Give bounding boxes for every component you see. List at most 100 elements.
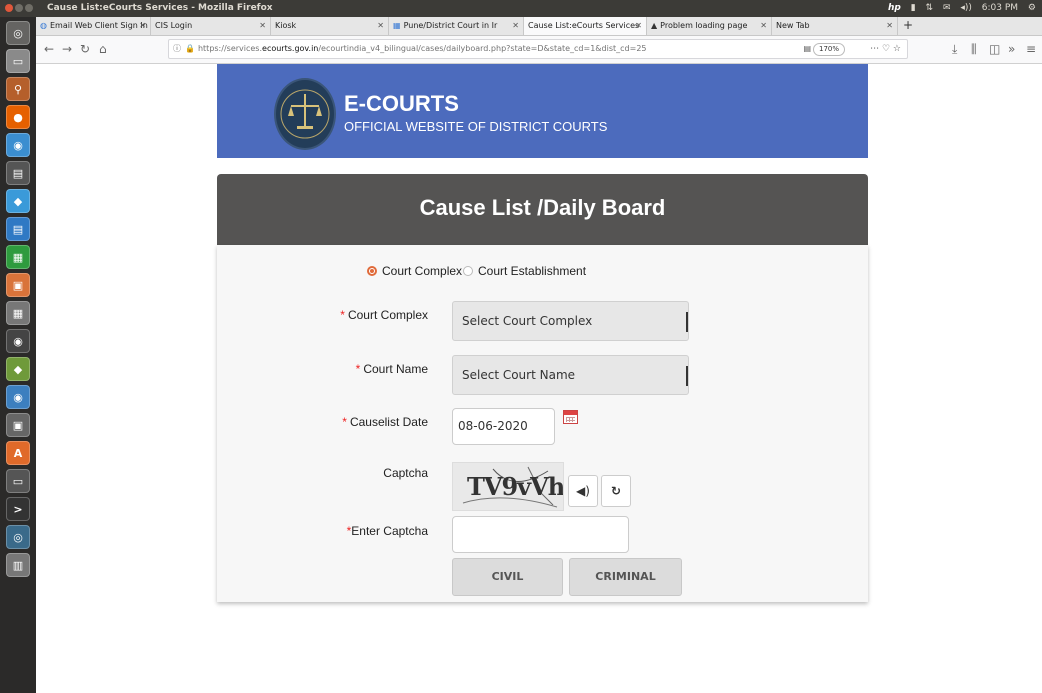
lock-icon[interactable]: 🔒 [185,44,195,53]
required-marker: * [355,362,361,376]
close-tab-icon[interactable]: ✕ [377,17,384,35]
ecourts-emblem-logo [274,78,336,150]
enter-captcha-input[interactable] [452,516,629,553]
webcam-icon[interactable]: ◉ [6,329,30,353]
site-banner: E-COURTS OFFICIAL WEBSITE OF DISTRICT CO… [217,64,868,158]
app-icon[interactable]: ◆ [6,357,30,381]
page-actions-icon[interactable]: ⋯ ♡ ☆ [870,40,901,58]
settings-gear-icon[interactable]: ⚙ [1028,3,1036,13]
url-bar[interactable]: ⓘ 🔒 https://services.ecourts.gov.in/ecourt… [168,39,908,59]
app-icon[interactable]: ◆ [6,189,30,213]
civil-button[interactable]: CIVIL [452,558,563,596]
app-icon[interactable]: ◉ [6,385,30,409]
chrome-icon[interactable]: ◉ [6,133,30,157]
court-complex-radio-label[interactable]: Court Complex [382,264,462,278]
refresh-icon: ↻ [610,484,622,498]
enter-captcha-label: *Enter Captcha [347,524,428,538]
firefox-icon[interactable]: ● [6,105,30,129]
court-complex-label-text: Court Complex [347,308,428,322]
dash-home-icon[interactable]: ◎ [6,21,30,45]
downloads-icon[interactable]: ⤓ [952,41,957,57]
court-complex-select-value: Select Court Complex [462,314,593,328]
close-tab-icon[interactable]: ✕ [886,17,893,35]
software-center-icon[interactable]: A [6,441,30,465]
terminal-icon[interactable]: > [6,497,30,521]
writer-icon[interactable]: ▤ [6,217,30,241]
tab-pune-court[interactable]: ▦ Pune/District Court in Ir ✕ [389,17,524,35]
court-complex-select[interactable]: Select Court Complex [452,301,689,341]
system-top-bar: Cause List:eCourts Services - Mozilla Fi… [0,0,1042,17]
reload-icon[interactable]: ↻ [80,41,90,57]
tab-kiosk[interactable]: Kiosk ✕ [271,17,389,35]
tab-problem-loading[interactable]: ▲ Problem loading page ✕ [647,17,772,35]
sidebar-icon[interactable]: ◫ [989,41,1000,57]
app-icon[interactable]: ▭ [6,469,30,493]
close-tab-icon[interactable]: ✕ [635,17,642,35]
new-tab-button[interactable]: + [900,17,916,35]
tab-label: New Tab [776,21,810,30]
dropdown-arrow-icon [686,366,688,386]
network-icon[interactable]: ⇅ [926,3,934,13]
tab-cause-list[interactable]: Cause List:eCourts Services ✕ [524,17,647,35]
tab-cis-login[interactable]: CIS Login ✕ [151,17,271,35]
window-controls[interactable] [5,4,35,14]
files-icon[interactable]: ▭ [6,49,30,73]
mail-icon[interactable]: ✉ [943,3,951,13]
court-establishment-radio-label[interactable]: Court Establishment [478,264,586,278]
cause-list-form: Court Complex Court Establishment * Court… [217,245,868,602]
court-name-label: * Court Name [356,362,428,376]
calc-icon[interactable]: ▦ [6,245,30,269]
hp-icon[interactable]: hp [888,3,901,13]
page-heading-panel: Cause List /Daily Board [217,174,868,245]
ubuntu-launcher: ◎ ▭ ⚲ ● ◉ ▤ ◆ ▤ ▦ ▣ ▦ ◉ ◆ ◉ ▣ A ▭ > ◎ ▥ [0,17,37,693]
camera-icon[interactable]: ▣ [6,413,30,437]
captcha-text: TV9vVh [467,472,564,501]
close-tab-icon[interactable]: ✕ [139,17,146,35]
causelist-date-input[interactable]: 08-06-2020 [452,408,555,445]
tab-new-tab[interactable]: New Tab ✕ [772,17,898,35]
court-establishment-radio[interactable] [463,266,473,276]
captcha-audio-button[interactable]: ◀) [568,475,598,507]
close-tab-icon[interactable]: ✕ [512,17,519,35]
reader-view-icon[interactable]: ▤ [803,40,811,58]
site-title: E-COURTS [344,91,459,116]
files-icon[interactable]: ▮ [911,3,916,13]
clock[interactable]: 6:03 PM [982,3,1018,13]
search-icon[interactable]: ⚲ [6,77,30,101]
impress-icon[interactable]: ▣ [6,273,30,297]
close-tab-icon[interactable]: ✕ [259,17,266,35]
minimize-window-icon[interactable] [15,4,23,12]
refresh-captcha-button[interactable]: ↻ [601,475,631,507]
calculator-icon[interactable]: ▦ [6,301,30,325]
tab-label: Cause List:eCourts Services [528,21,640,30]
close-tab-icon[interactable]: ✕ [760,17,767,35]
window-title: Cause List:eCourts Services - Mozilla Fi… [47,3,273,13]
printer-icon[interactable]: ▤ [6,161,30,185]
calendar-icon[interactable] [563,410,578,424]
trash-icon[interactable]: ▥ [6,553,30,577]
speaker-icon: ◀) [576,484,590,498]
enter-captcha-label-text: Enter Captcha [351,524,428,538]
tab-email[interactable]: ◍ Email Web Client Sign In ✕ [36,17,151,35]
library-icon[interactable]: ⫼ [971,41,977,57]
navigation-bar: ← → ↻ ⌂ ⓘ 🔒 https://services.ecourts.gov.i… [36,36,1042,64]
browser-tab-bar: ◍ Email Web Client Sign In ✕ CIS Login ✕ Ki… [36,17,1042,36]
causelist-date-label-text: Causelist Date [349,415,428,429]
volume-icon[interactable]: ◂)) [960,3,972,13]
overflow-icon[interactable]: » [1008,41,1015,57]
app-icon[interactable]: ◎ [6,525,30,549]
info-icon[interactable]: ⓘ [173,44,181,53]
court-complex-radio[interactable] [367,266,377,276]
forward-arrow-icon[interactable]: → [62,41,72,57]
required-marker: * [342,415,347,429]
warning-icon: ▲ [651,21,658,30]
zoom-level[interactable]: 170% [812,43,845,56]
close-window-icon[interactable] [5,4,13,12]
maximize-window-icon[interactable] [25,4,33,12]
court-name-select[interactable]: Select Court Name [452,355,689,395]
criminal-button[interactable]: CRIMINAL [569,558,682,596]
globe-icon: ◍ [40,21,47,30]
menu-icon[interactable]: ≡ [1026,41,1036,57]
home-icon[interactable]: ⌂ [99,41,107,57]
back-arrow-icon[interactable]: ← [44,41,54,57]
